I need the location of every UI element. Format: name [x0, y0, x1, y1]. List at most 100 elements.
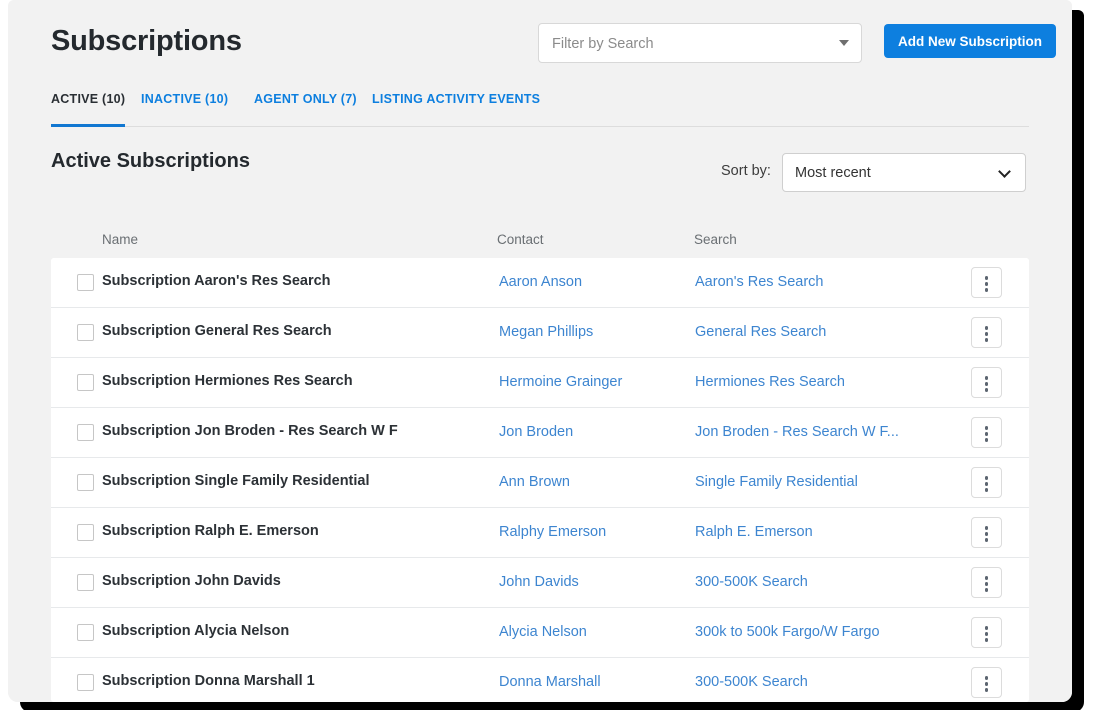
- kebab-dot: [984, 526, 989, 530]
- kebab-dot: [984, 438, 989, 442]
- subscription-name: Subscription John Davids: [102, 573, 281, 589]
- row-select-checkbox[interactable]: [77, 474, 94, 491]
- chevron-down-icon[interactable]: [839, 40, 849, 46]
- search-link[interactable]: 300-500K Search: [695, 674, 808, 690]
- row-kebab-menu-icon[interactable]: [971, 267, 1002, 298]
- row-kebab-menu-icon[interactable]: [971, 367, 1002, 398]
- page-header: Subscriptions Add New Subscription: [51, 18, 1057, 70]
- kebab-dot: [984, 626, 989, 630]
- kebab-dot: [984, 588, 989, 592]
- search-link[interactable]: 300k to 500k Fargo/W Fargo: [695, 624, 880, 640]
- contact-link[interactable]: John Davids: [499, 574, 579, 590]
- contact-link[interactable]: Hermoine Grainger: [499, 374, 622, 390]
- column-header-search: Search: [694, 232, 737, 247]
- kebab-dot: [984, 476, 989, 480]
- kebab-dot: [984, 432, 989, 436]
- row-kebab-menu-icon[interactable]: [971, 617, 1002, 648]
- contact-link[interactable]: Ralphy Emerson: [499, 524, 606, 540]
- kebab-dot: [984, 688, 989, 692]
- subscription-name: Subscription Jon Broden - Res Search W F: [102, 423, 398, 439]
- filter-search-combobox[interactable]: [538, 23, 862, 64]
- subscription-name: Subscription Hermiones Res Search: [102, 373, 353, 389]
- kebab-dot: [984, 538, 989, 542]
- app-window: Subscriptions Add New Subscription ACTIV…: [8, 0, 1072, 702]
- kebab-dot: [984, 682, 989, 686]
- row-select-checkbox[interactable]: [77, 324, 94, 341]
- kebab-dot: [984, 632, 989, 636]
- kebab-dot: [984, 276, 989, 280]
- row-select-checkbox[interactable]: [77, 674, 94, 691]
- add-new-subscription-button[interactable]: Add New Subscription: [884, 24, 1057, 58]
- contact-link[interactable]: Aaron Anson: [499, 274, 582, 290]
- kebab-dot: [984, 332, 989, 336]
- table-row[interactable]: Subscription Hermiones Res Search Hermoi…: [51, 358, 1029, 408]
- kebab-dot: [984, 638, 989, 642]
- table-row[interactable]: Subscription Aaron's Res Search Aaron An…: [51, 258, 1029, 308]
- kebab-dot: [984, 426, 989, 430]
- kebab-dot: [984, 532, 989, 536]
- sort-by-label: Sort by:: [721, 163, 771, 179]
- column-header-name: Name: [102, 232, 139, 247]
- contact-link[interactable]: Donna Marshall: [499, 674, 601, 690]
- subscription-name: Subscription General Res Search: [102, 323, 332, 339]
- subscription-name: Subscription Ralph E. Emerson: [102, 523, 319, 539]
- table-row[interactable]: Subscription Ralph E. Emerson Ralphy Eme…: [51, 508, 1029, 558]
- kebab-dot: [984, 488, 989, 492]
- search-link[interactable]: Ralph E. Emerson: [695, 524, 813, 540]
- table-row[interactable]: Subscription General Res Search Megan Ph…: [51, 308, 1029, 358]
- row-kebab-menu-icon[interactable]: [971, 567, 1002, 598]
- subscription-name: Subscription Aaron's Res Search: [102, 273, 331, 289]
- table-row[interactable]: Subscription Alycia Nelson Alycia Nelson…: [51, 608, 1029, 658]
- row-select-checkbox[interactable]: [77, 524, 94, 541]
- row-select-checkbox[interactable]: [77, 274, 94, 291]
- table-row[interactable]: Subscription Jon Broden - Res Search W F…: [51, 408, 1029, 458]
- search-link[interactable]: Hermiones Res Search: [695, 374, 845, 390]
- kebab-dot: [984, 376, 989, 380]
- search-link[interactable]: Jon Broden - Res Search W F...: [695, 424, 899, 440]
- table-row[interactable]: Subscription John Davids John Davids 300…: [51, 558, 1029, 608]
- tab-active[interactable]: ACTIVE (10): [51, 92, 126, 127]
- kebab-dot: [984, 676, 989, 680]
- tab-bar: ACTIVE (10) INACTIVE (10) AGENT ONLY (7)…: [51, 92, 1029, 127]
- contact-link[interactable]: Alycia Nelson: [499, 624, 587, 640]
- kebab-dot: [984, 576, 989, 580]
- search-link[interactable]: 300-500K Search: [695, 574, 808, 590]
- sort-by-select[interactable]: Most recent: [782, 153, 1026, 192]
- tab-inactive[interactable]: INACTIVE (10): [141, 92, 228, 124]
- row-select-checkbox[interactable]: [77, 574, 94, 591]
- kebab-dot: [984, 326, 989, 330]
- search-input[interactable]: [550, 24, 834, 64]
- table-header-row: Name Contact Search: [51, 222, 1029, 258]
- row-kebab-menu-icon[interactable]: [971, 467, 1002, 498]
- row-kebab-menu-icon[interactable]: [971, 667, 1002, 698]
- search-link[interactable]: Single Family Residential: [695, 474, 858, 490]
- row-kebab-menu-icon[interactable]: [971, 317, 1002, 348]
- contact-link[interactable]: Jon Broden: [499, 424, 573, 440]
- subscription-name: Subscription Donna Marshall 1: [102, 673, 315, 689]
- kebab-dot: [984, 482, 989, 486]
- row-select-checkbox[interactable]: [77, 624, 94, 641]
- subscription-name: Subscription Alycia Nelson: [102, 623, 290, 639]
- table-row[interactable]: Subscription Donna Marshall 1 Donna Mars…: [51, 658, 1029, 702]
- tab-listing-activity-events[interactable]: LISTING ACTIVITY EVENTS: [372, 92, 540, 124]
- kebab-dot: [984, 582, 989, 586]
- table-row[interactable]: Subscription Single Family Residential A…: [51, 458, 1029, 508]
- row-kebab-menu-icon[interactable]: [971, 417, 1002, 448]
- kebab-dot: [984, 282, 989, 286]
- row-select-checkbox[interactable]: [77, 424, 94, 441]
- kebab-dot: [984, 338, 989, 342]
- search-link[interactable]: General Res Search: [695, 324, 826, 340]
- subscriptions-table: Subscription Aaron's Res Search Aaron An…: [51, 258, 1029, 702]
- section-title: Active Subscriptions: [51, 150, 250, 172]
- contact-link[interactable]: Megan Phillips: [499, 324, 593, 340]
- tab-agent-only[interactable]: AGENT ONLY (7): [254, 92, 357, 124]
- search-link[interactable]: Aaron's Res Search: [695, 274, 824, 290]
- page-surface: Subscriptions Add New Subscription ACTIV…: [8, 0, 1072, 702]
- column-header-contact: Contact: [497, 232, 544, 247]
- row-kebab-menu-icon[interactable]: [971, 517, 1002, 548]
- row-select-checkbox[interactable]: [77, 374, 94, 391]
- kebab-dot: [984, 382, 989, 386]
- kebab-dot: [984, 388, 989, 392]
- contact-link[interactable]: Ann Brown: [499, 474, 570, 490]
- page-title: Subscriptions: [51, 25, 242, 57]
